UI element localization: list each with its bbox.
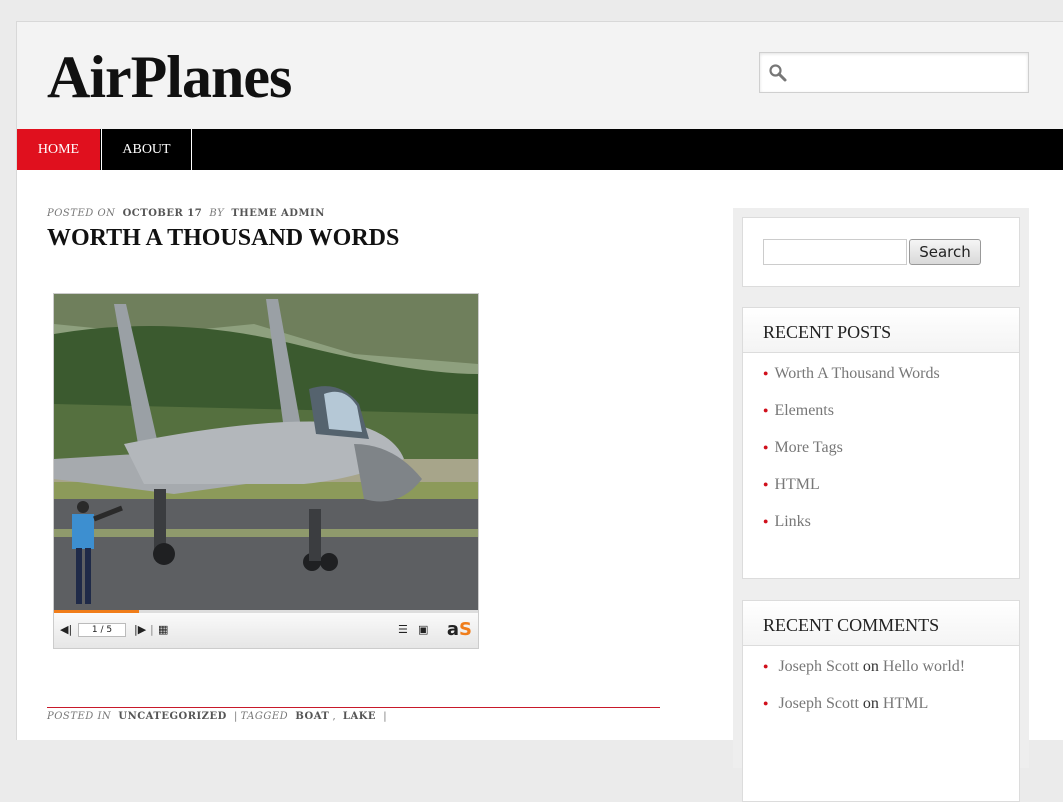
previous-icon[interactable]: ◀|: [60, 623, 72, 636]
recent-post-link[interactable]: Links: [763, 513, 1019, 550]
tag-link[interactable]: LAKE: [343, 711, 376, 722]
recent-comment-item: Joseph Scott on HTML: [763, 695, 1019, 732]
sidebar-search-widget: Search: [742, 217, 1020, 287]
recent-post-link[interactable]: More Tags: [763, 439, 1019, 476]
gallery-counter: 1 / 5: [78, 623, 126, 637]
search-button[interactable]: Search: [909, 239, 981, 265]
sidebar-search-input[interactable]: [763, 239, 907, 265]
recent-post-link[interactable]: HTML: [763, 476, 1019, 513]
post-meta: POSTED ON OCTOBER 17 BY THEME ADMIN: [47, 208, 329, 219]
recent-post-link[interactable]: Worth A Thousand Words: [763, 365, 1019, 402]
list-icon[interactable]: ☰: [398, 623, 408, 636]
post-author[interactable]: THEME ADMIN: [231, 208, 325, 219]
main-nav: HOME ABOUT: [17, 129, 1063, 170]
post-date[interactable]: OCTOBER 17: [123, 208, 203, 219]
site-header: AirPlanes: [17, 22, 1063, 129]
sidebar: Search RECENT POSTS Worth A Thousand Wor…: [733, 208, 1029, 802]
gallery-brand-logo[interactable]: aS: [447, 619, 472, 640]
recent-comments-heading: RECENT COMMENTS: [743, 601, 1019, 646]
comment-post-link[interactable]: Hello world!: [883, 658, 965, 675]
next-icon[interactable]: |▶: [134, 623, 146, 636]
post-footer: POSTED IN UNCATEGORIZED | TAGGED BOAT , …: [47, 707, 660, 722]
comment-author-link[interactable]: Joseph Scott: [778, 658, 858, 675]
recent-post-link[interactable]: Elements: [763, 402, 1019, 439]
site-title[interactable]: AirPlanes: [47, 42, 292, 112]
thumbnails-icon[interactable]: ▦: [158, 623, 168, 636]
comment-post-link[interactable]: HTML: [883, 695, 928, 712]
posted-in-label: POSTED IN: [47, 711, 112, 722]
page: AirPlanes HOME ABOUT POSTED ON OCTOBER 1…: [16, 21, 1063, 802]
recent-posts-widget: RECENT POSTS Worth A Thousand Words Elem…: [742, 307, 1020, 579]
by-label: BY: [209, 208, 225, 219]
gallery-controls: ◀| 1 / 5 |▶ | ▦ ☰ ▣ aS: [54, 613, 478, 648]
post-title[interactable]: WORTH A THOUSAND WORDS: [47, 225, 399, 252]
tagged-label: TAGGED: [240, 711, 289, 722]
gallery-photo[interactable]: [54, 294, 478, 610]
image-gallery[interactable]: ◀| 1 / 5 |▶ | ▦ ☰ ▣ aS: [53, 293, 479, 649]
jet-fighter-image: [54, 294, 478, 610]
nav-item-about[interactable]: ABOUT: [101, 129, 192, 170]
header-search-input[interactable]: [794, 59, 1022, 87]
tag-link[interactable]: BOAT: [295, 711, 329, 722]
comment-author-link[interactable]: Joseph Scott: [778, 695, 858, 712]
recent-comment-item: Joseph Scott on Hello world!: [763, 658, 1019, 695]
category-link[interactable]: UNCATEGORIZED: [118, 711, 226, 722]
recent-posts-heading: RECENT POSTS: [743, 308, 1019, 353]
nav-item-home[interactable]: HOME: [17, 129, 100, 170]
header-search-box[interactable]: [759, 52, 1029, 93]
recent-comments-widget: RECENT COMMENTS Joseph Scott on Hello wo…: [742, 600, 1020, 802]
divider: |: [150, 623, 154, 636]
fullscreen-icon[interactable]: ▣: [418, 623, 428, 636]
search-icon: [769, 64, 787, 82]
posted-on-label: POSTED ON: [47, 208, 116, 219]
